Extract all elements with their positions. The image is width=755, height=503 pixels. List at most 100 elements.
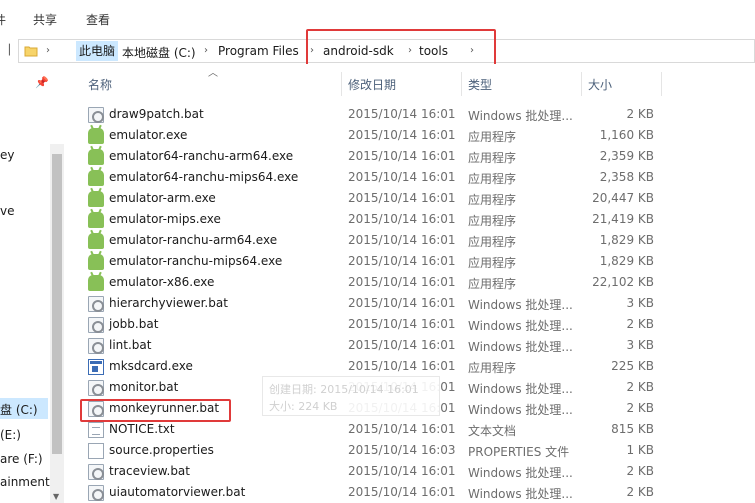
scroll-down-icon[interactable]: ▼ <box>53 492 59 501</box>
pin-icon[interactable]: 📌 <box>35 76 49 89</box>
breadcrumb-program-files[interactable]: Program Files <box>218 44 299 58</box>
file-date: 2015/10/14 16:01 <box>348 422 456 436</box>
list-item[interactable]: lint.bat 2015/10/14 16:01 Windows 批处理... 3 … <box>80 335 755 356</box>
file-type: PROPERTIES 文件 <box>468 445 570 459</box>
file-name: emulator-ranchu-arm64.exe <box>109 233 278 247</box>
highlight-box-path <box>306 29 496 67</box>
file-type: Windows 批处理... <box>468 298 573 312</box>
tab-share[interactable]: 共享 <box>33 11 57 28</box>
nav-item[interactable]: ve <box>0 204 14 218</box>
file-name: emulator-mips.exe <box>109 212 221 226</box>
list-item[interactable]: emulator-ranchu-mips64.exe 2015/10/14 16:… <box>80 251 755 272</box>
chevron-right-icon[interactable]: › <box>111 45 115 56</box>
bat-file-icon <box>88 296 104 312</box>
file-type: 应用程序 <box>468 235 517 249</box>
list-item[interactable]: traceview.bat 2015/10/14 16:01 Windows 批处理… <box>80 461 755 482</box>
file-name: uiautomatorviewer.bat <box>109 485 246 499</box>
file-name: mksdcard.exe <box>109 359 193 373</box>
file-date: 2015/10/14 16:01 <box>348 107 456 121</box>
file-date: 2015/10/14 16:01 <box>348 296 456 310</box>
list-item[interactable]: uiautomatorviewer.bat 2015/10/14 16:01 Win… <box>80 482 755 503</box>
file-name: monitor.bat <box>109 380 179 394</box>
file-size: 2 KB <box>626 380 654 394</box>
file-name: NOTICE.txt <box>109 422 175 436</box>
android-exe-icon <box>88 191 104 207</box>
tooltip-line: 创建日期: 2015/10/14 16:01 <box>269 383 419 396</box>
file-date: 2015/10/14 16:01 <box>348 149 456 163</box>
list-item[interactable]: emulator-arm.exe 2015/10/14 16:01 应用程序 20,4… <box>80 188 755 209</box>
list-item[interactable]: draw9patch.bat 2015/10/14 16:01 Windows 批处… <box>80 104 755 125</box>
file-type: Windows 批处理... <box>468 319 573 333</box>
file-type: 应用程序 <box>468 214 517 228</box>
breadcrumb-local-disk[interactable]: 本地磁盘 (C:) <box>122 44 196 61</box>
chevron-right-icon[interactable]: › <box>204 45 208 56</box>
file-type: Windows 批处理... <box>468 403 573 417</box>
file-name: lint.bat <box>109 338 152 352</box>
file-type: Windows 批处理... <box>468 466 573 480</box>
file-size: 2,358 KB <box>599 170 654 184</box>
chevron-right-icon[interactable]: › <box>46 45 50 56</box>
list-item[interactable]: emulator64-ranchu-mips64.exe 2015/10/14 1… <box>80 167 755 188</box>
file-date: 2015/10/14 16:01 <box>348 485 456 499</box>
file-name: draw9patch.bat <box>109 107 204 121</box>
bat-file-icon <box>88 380 104 396</box>
nav-scrollbar[interactable]: ▼ <box>50 144 64 503</box>
file-size: 1,160 KB <box>599 128 654 142</box>
list-item[interactable]: emulator-ranchu-arm64.exe 2015/10/14 16:0… <box>80 230 755 251</box>
file-name: emulator-arm.exe <box>109 191 216 205</box>
file-type: 应用程序 <box>468 130 517 144</box>
file-name: traceview.bat <box>109 464 190 478</box>
tab-view[interactable]: 查看 <box>86 11 110 28</box>
file-size: 2 KB <box>626 317 654 331</box>
nav-item[interactable]: ainment <box>0 475 50 489</box>
list-item[interactable]: mksdcard.exe 2015/10/14 16:01 应用程序 225 KB <box>80 356 755 377</box>
sort-up-icon: ︿ <box>208 68 218 79</box>
bat-file-icon <box>88 107 104 123</box>
file-name: jobb.bat <box>109 317 159 331</box>
window-exe-icon <box>88 359 104 375</box>
file-size: 2,359 KB <box>599 149 654 163</box>
file-date: 2015/10/14 16:01 <box>348 317 456 331</box>
android-exe-icon <box>88 149 104 165</box>
android-exe-icon <box>88 128 104 144</box>
nav-item-drive-f[interactable]: are (F:) <box>0 452 43 466</box>
file-size: 3 KB <box>626 338 654 352</box>
file-size: 2 KB <box>626 401 654 415</box>
file-date: 2015/10/14 16:01 <box>348 170 456 184</box>
list-item[interactable]: jobb.bat 2015/10/14 16:01 Windows 批处理... 2 … <box>80 314 755 335</box>
tooltip-line: 大小: 224 KB <box>269 400 338 413</box>
list-item[interactable]: emulator-mips.exe 2015/10/14 16:01 应用程序 21,… <box>80 209 755 230</box>
list-item[interactable]: NOTICE.txt 2015/10/14 16:01 文本文档 815 KB <box>80 419 755 440</box>
list-item[interactable]: emulator-x86.exe 2015/10/14 16:01 应用程序 22,1… <box>80 272 755 293</box>
tab-file[interactable]: 件 <box>0 11 6 28</box>
android-exe-icon <box>88 170 104 186</box>
nav-up-icon[interactable]: ▕ <box>2 45 10 56</box>
list-item-partial[interactable] <box>80 90 755 99</box>
android-exe-icon <box>88 275 104 291</box>
highlight-box-monkeyrunner <box>80 399 231 422</box>
file-date: 2015/10/14 16:01 <box>348 359 456 373</box>
file-size: 1 KB <box>626 443 654 457</box>
list-item[interactable]: emulator.exe 2015/10/14 16:01 应用程序 1,160 KB <box>80 125 755 146</box>
file-type: Windows 批处理... <box>468 109 573 123</box>
file-type: 应用程序 <box>468 361 517 375</box>
file-size: 2 KB <box>626 485 654 499</box>
file-type: 应用程序 <box>468 193 517 207</box>
file-name: hierarchyviewer.bat <box>109 296 228 310</box>
nav-scrollbar-thumb[interactable] <box>52 154 62 454</box>
nav-item[interactable]: ey <box>0 148 14 162</box>
file-date: 2015/10/14 16:01 <box>348 191 456 205</box>
text-file-icon <box>88 422 104 438</box>
file-size: 1,829 KB <box>599 254 654 268</box>
nav-item-local-disk-c[interactable]: 盘 (C:) <box>0 401 38 418</box>
file-name: emulator-ranchu-mips64.exe <box>109 254 283 268</box>
file-type: 文本文档 <box>468 424 517 438</box>
nav-item-drive-e[interactable]: (E:) <box>0 428 21 442</box>
list-item[interactable]: source.properties 2015/10/14 16:03 PROPERT… <box>80 440 755 461</box>
file-name: emulator.exe <box>109 128 188 142</box>
list-item[interactable]: hierarchyviewer.bat 2015/10/14 16:01 Windo… <box>80 293 755 314</box>
file-date: 2015/10/14 16:01 <box>348 128 456 142</box>
bat-file-icon <box>88 338 104 354</box>
list-item[interactable]: emulator64-ranchu-arm64.exe 2015/10/14 16… <box>80 146 755 167</box>
file-type: Windows 批处理... <box>468 382 573 396</box>
